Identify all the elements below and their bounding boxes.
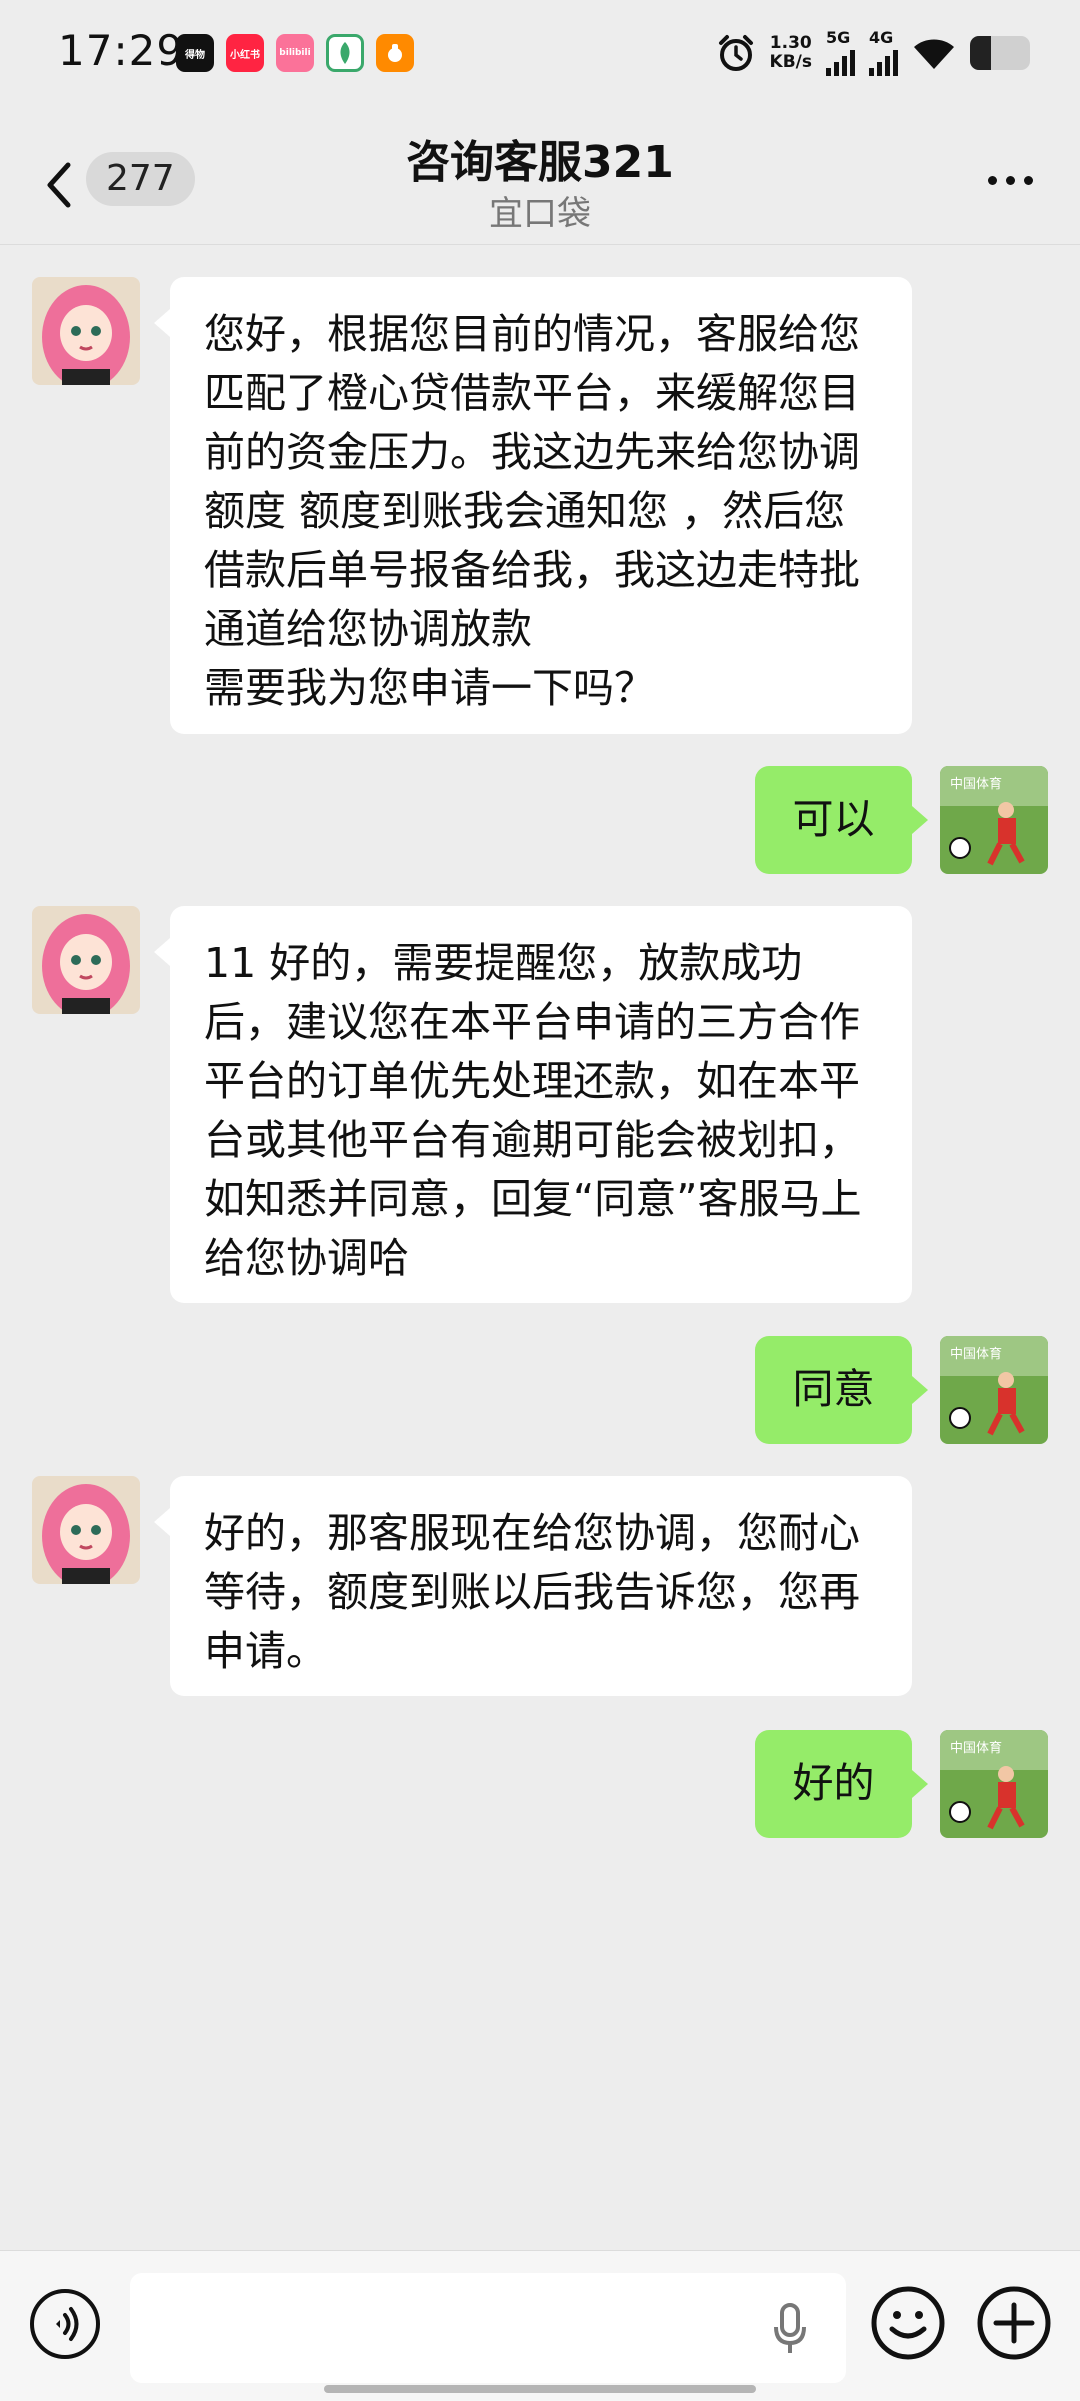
alarm-icon xyxy=(718,35,753,71)
message-input[interactable] xyxy=(130,2273,846,2383)
voice-input-button[interactable] xyxy=(30,2289,100,2359)
more-dot-icon xyxy=(987,175,997,185)
more-dot-icon xyxy=(1023,175,1033,185)
agent-avatar[interactable] xyxy=(32,906,140,1014)
svg-text:中国体育: 中国体育 xyxy=(950,776,1002,792)
green-app-icon xyxy=(326,34,364,72)
agent-avatar[interactable] xyxy=(32,277,140,385)
orange-app-icon xyxy=(376,34,414,72)
user-avatar[interactable]: 中国体育 xyxy=(940,1336,1048,1444)
message-bubble-outgoing[interactable]: 可以 xyxy=(755,766,912,874)
battery-icon xyxy=(970,36,1030,70)
system-status: 1.30 KB/s 5G 4G xyxy=(716,30,1030,76)
user-avatar[interactable]: 中国体育 xyxy=(940,766,1048,874)
message-bubble-incoming[interactable]: 您好，根据您目前的情况，客服给您匹配了橙心贷借款平台，来缓解您目前的资金压力。我… xyxy=(170,277,912,734)
bilibili-app-icon: bilibili xyxy=(276,34,314,72)
bubble-tail xyxy=(154,938,170,966)
chat-header: 277 咨询客服321 宜口袋 xyxy=(0,110,1080,245)
wifi-icon xyxy=(914,39,954,69)
plus-button[interactable] xyxy=(976,2285,1052,2361)
status-bar: 17:29 得物 小红书 bilibili 1.30 KB/s 5G 4G xyxy=(0,0,1080,110)
more-dot-icon xyxy=(1005,175,1015,185)
emoji-button[interactable] xyxy=(870,2285,946,2361)
signal-bars-icon xyxy=(869,46,898,76)
input-bar xyxy=(0,2250,1080,2401)
voice-wave-icon xyxy=(56,2307,79,2341)
signal-bars-icon xyxy=(826,46,855,76)
bubble-tail xyxy=(912,1770,928,1798)
battery-level xyxy=(970,36,991,70)
net-speed: 1.30 KB/s xyxy=(769,33,812,72)
message-bubble-incoming[interactable]: 11 好的，需要提醒您，放款成功后，建议您在本平台申请的三方合作平台的订单优先处… xyxy=(170,906,912,1303)
message-bubble-outgoing[interactable]: 好的 xyxy=(755,1730,912,1838)
bubble-tail xyxy=(154,1508,170,1536)
home-indicator[interactable] xyxy=(324,2385,756,2393)
user-avatar[interactable]: 中国体育 xyxy=(940,1730,1048,1838)
microphone-icon[interactable] xyxy=(770,2299,810,2359)
signal-4g: 4G xyxy=(869,30,898,76)
xiaohongshu-app-icon: 小红书 xyxy=(226,34,264,72)
status-time: 17:29 xyxy=(58,26,185,75)
chat-title: 咨询客服321 xyxy=(406,137,674,188)
signal-5g: 5G xyxy=(826,30,855,76)
chat-subtitle: 宜口袋 xyxy=(489,194,591,234)
dewu-app-icon: 得物 xyxy=(176,34,214,72)
message-bubble-outgoing[interactable]: 同意 xyxy=(755,1336,912,1444)
svg-text:中国体育: 中国体育 xyxy=(950,1346,1002,1362)
agent-avatar[interactable] xyxy=(32,1476,140,1584)
more-options-button[interactable] xyxy=(980,165,1040,195)
bubble-tail xyxy=(912,1376,928,1404)
svg-text:中国体育: 中国体育 xyxy=(950,1740,1002,1756)
bubble-tail xyxy=(912,806,928,834)
message-bubble-incoming[interactable]: 好的，那客服现在给您协调，您耐心等待，额度到账以后我告诉您，您再申请。 xyxy=(170,1476,912,1696)
notification-icons: 得物 小红书 bilibili xyxy=(176,34,414,72)
bubble-tail xyxy=(154,309,170,337)
header-divider xyxy=(0,244,1080,245)
